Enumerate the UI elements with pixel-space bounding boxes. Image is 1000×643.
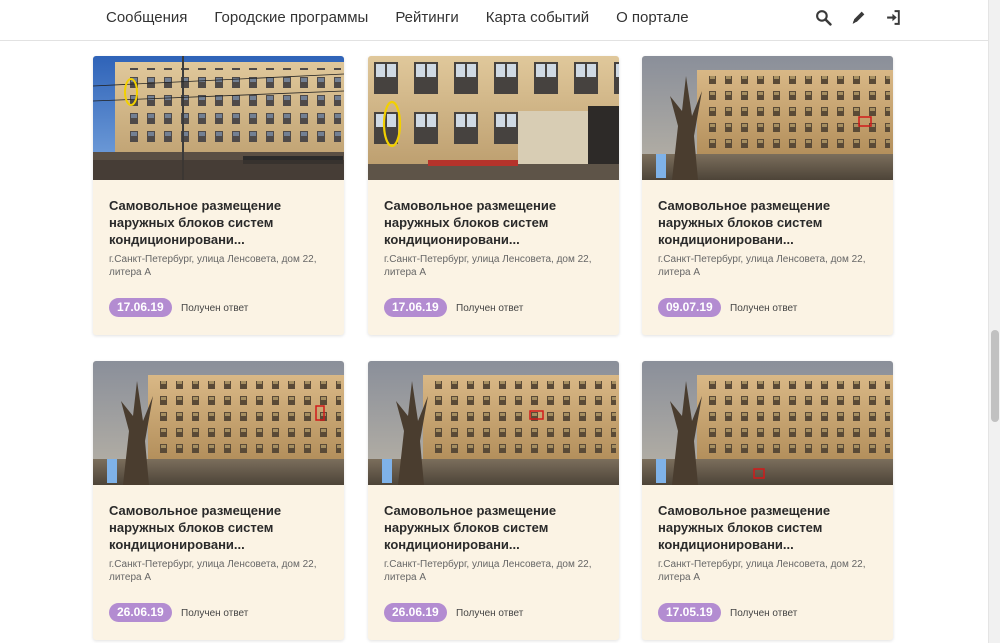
sign-in-icon[interactable] bbox=[885, 9, 902, 26]
report-address: г.Санкт-Петербург, улица Ленсовета, дом … bbox=[384, 559, 592, 583]
report-card[interactable]: Самовольное размещение наружных блоков с… bbox=[93, 361, 344, 640]
report-title: Самовольное размещение наружных блоков с… bbox=[658, 198, 831, 247]
report-card[interactable]: Самовольное размещение наружных блоков с… bbox=[642, 56, 893, 335]
report-card[interactable]: Самовольное размещение наружных блоков с… bbox=[642, 361, 893, 640]
report-status: Получен ответ bbox=[181, 303, 249, 314]
report-photo bbox=[93, 56, 344, 180]
report-photo bbox=[368, 56, 619, 180]
report-date-badge: 17.06.19 bbox=[384, 298, 447, 317]
scrollbar-thumb[interactable] bbox=[991, 330, 999, 422]
report-address: г.Санкт-Петербург, улица Ленсовета, дом … bbox=[109, 254, 317, 278]
report-photo bbox=[368, 361, 619, 485]
report-card[interactable]: Самовольное размещение наружных блоков с… bbox=[93, 56, 344, 335]
nav-item-messages[interactable]: Сообщения bbox=[106, 9, 187, 27]
search-icon[interactable] bbox=[815, 9, 832, 26]
main-nav: Сообщения Городские программы Рейтинги К… bbox=[106, 9, 716, 27]
report-title: Самовольное размещение наружных блоков с… bbox=[384, 198, 557, 247]
report-title: Самовольное размещение наружных блоков с… bbox=[109, 503, 282, 552]
nav-item-ratings[interactable]: Рейтинги bbox=[395, 9, 458, 27]
report-status: Получен ответ bbox=[456, 608, 524, 619]
report-status: Получен ответ bbox=[730, 608, 798, 619]
report-title: Самовольное размещение наружных блоков с… bbox=[658, 503, 831, 552]
header-actions bbox=[815, 9, 902, 26]
nav-item-city-programs[interactable]: Городские программы bbox=[214, 9, 368, 27]
report-date-badge: 17.06.19 bbox=[109, 298, 172, 317]
report-address: г.Санкт-Петербург, улица Ленсовета, дом … bbox=[658, 254, 866, 278]
report-card[interactable]: Самовольное размещение наружных блоков с… bbox=[368, 361, 619, 640]
report-date-badge: 09.07.19 bbox=[658, 298, 721, 317]
report-address: г.Санкт-Петербург, улица Ленсовета, дом … bbox=[109, 559, 317, 583]
report-date-badge: 26.06.19 bbox=[384, 603, 447, 622]
report-title: Самовольное размещение наружных блоков с… bbox=[384, 503, 557, 552]
report-date-badge: 17.05.19 bbox=[658, 603, 721, 622]
report-status: Получен ответ bbox=[456, 303, 524, 314]
nav-item-about-portal[interactable]: О портале bbox=[616, 9, 688, 27]
report-title: Самовольное размещение наружных блоков с… bbox=[109, 198, 282, 247]
report-address: г.Санкт-Петербург, улица Ленсовета, дом … bbox=[658, 559, 866, 583]
page-scrollbar[interactable] bbox=[988, 0, 1000, 643]
report-status: Получен ответ bbox=[730, 303, 798, 314]
report-date-badge: 26.06.19 bbox=[109, 603, 172, 622]
nav-item-events-map[interactable]: Карта событий bbox=[486, 9, 589, 27]
pencil-icon[interactable] bbox=[850, 9, 867, 26]
report-address: г.Санкт-Петербург, улица Ленсовета, дом … bbox=[384, 254, 592, 278]
report-photo bbox=[93, 361, 344, 485]
report-photo bbox=[642, 56, 893, 180]
top-navigation-bar: Сообщения Городские программы Рейтинги К… bbox=[0, 0, 988, 41]
report-photo bbox=[642, 361, 893, 485]
report-card[interactable]: Самовольное размещение наружных блоков с… bbox=[368, 56, 619, 335]
report-status: Получен ответ bbox=[181, 608, 249, 619]
